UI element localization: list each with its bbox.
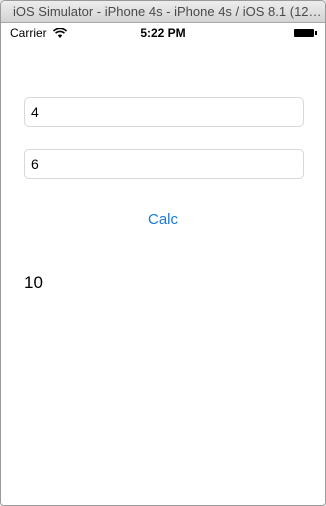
simulator-window: iOS Simulator - iPhone 4s - iPhone 4s / … xyxy=(0,0,326,506)
status-time: 5:22 PM xyxy=(140,26,186,40)
second-number-field[interactable] xyxy=(24,149,304,179)
battery-icon xyxy=(294,29,317,37)
first-number-field[interactable] xyxy=(24,97,304,127)
window-title: iOS Simulator - iPhone 4s - iPhone 4s / … xyxy=(13,4,325,19)
status-bar: Carrier 5:22 PM xyxy=(1,23,325,43)
result-label: 10 xyxy=(24,273,43,292)
device-screen: Carrier 5:22 PM Calc 10 xyxy=(1,23,325,505)
calc-button[interactable]: Calc xyxy=(1,210,325,229)
window-titlebar[interactable]: iOS Simulator - iPhone 4s - iPhone 4s / … xyxy=(1,1,325,23)
